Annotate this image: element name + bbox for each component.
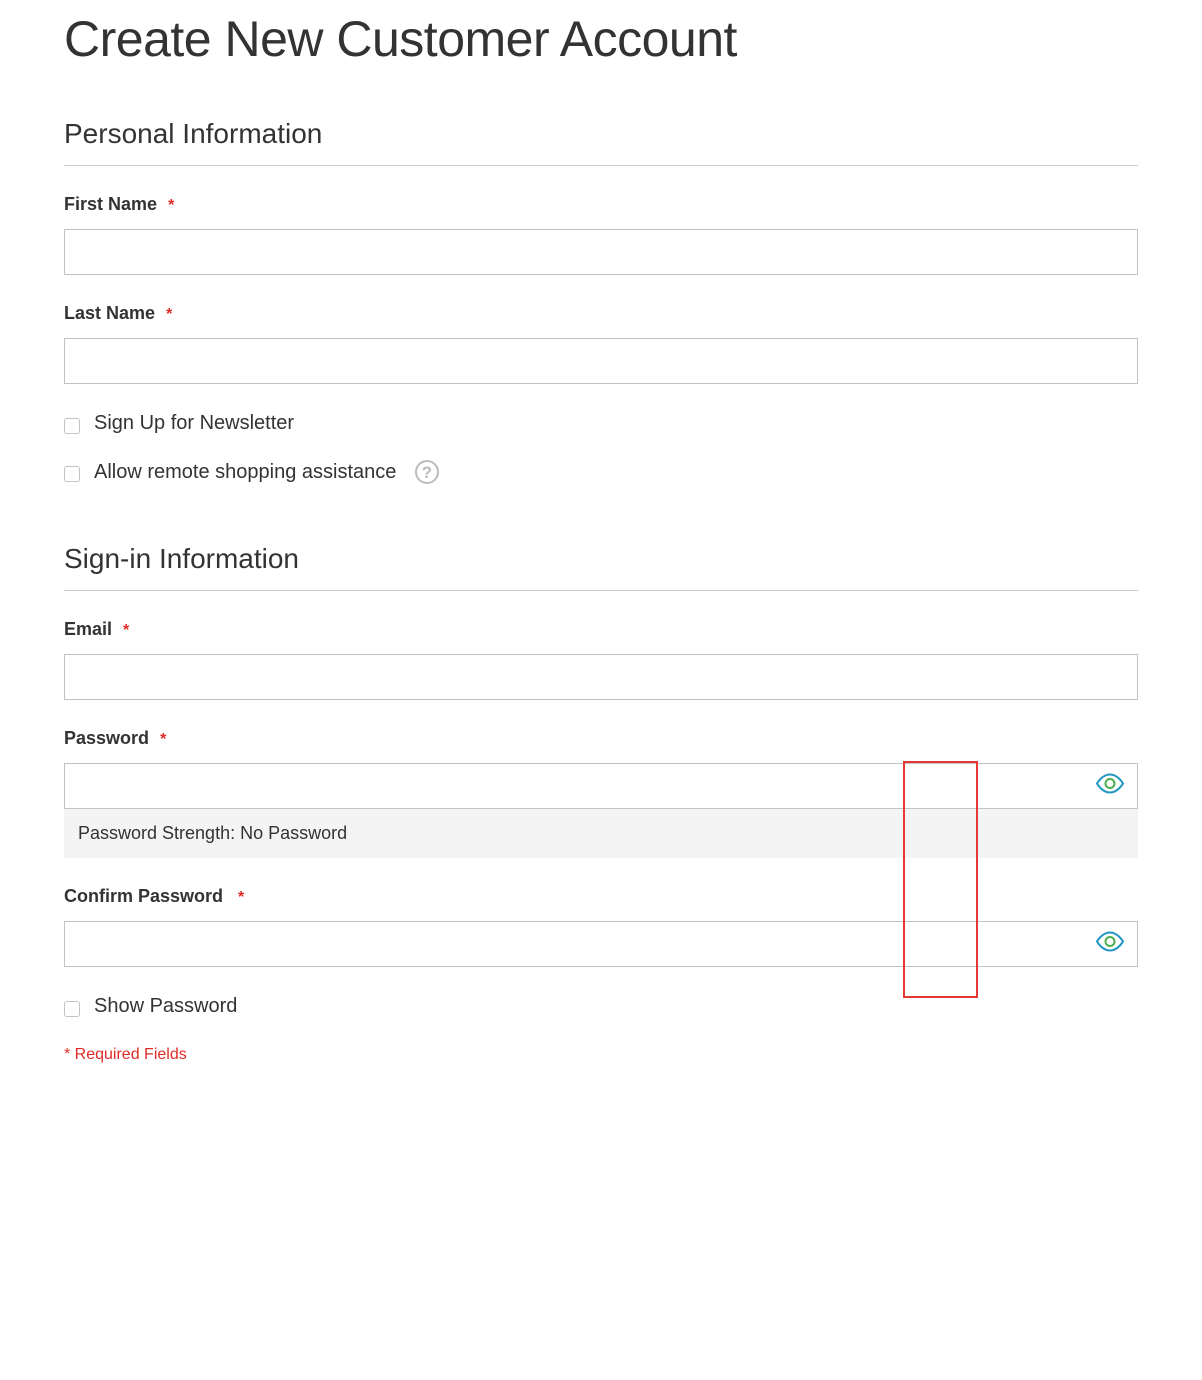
email-label: Email * [64,619,1138,640]
confirm-password-label: Confirm Password * [64,886,1138,907]
last-name-label-text: Last Name [64,303,155,323]
first-name-label-text: First Name [64,194,157,214]
password-strength-meter: Password Strength: No Password [64,809,1138,858]
section-divider [64,590,1138,591]
required-fields-note: * Required Fields [64,1046,1138,1064]
remote-assist-checkbox[interactable] [64,466,80,482]
required-mark: * [168,197,174,214]
newsletter-label: Sign Up for Newsletter [94,412,294,435]
last-name-input[interactable] [64,338,1138,384]
newsletter-checkbox[interactable] [64,418,80,434]
password-strength-label: Password Strength: [78,823,240,843]
password-input[interactable] [64,763,1138,809]
required-mark: * [238,889,244,906]
confirm-password-input[interactable] [64,921,1138,967]
remote-assist-label: Allow remote shopping assistance [94,461,396,484]
password-label: Password * [64,728,1138,749]
password-label-text: Password [64,728,149,748]
required-mark: * [123,622,129,639]
eye-icon[interactable] [1094,773,1126,800]
svg-text:?: ? [422,463,432,482]
confirm-password-label-text: Confirm Password [64,886,223,906]
section-title-personal: Personal Information [64,118,1138,150]
first-name-input[interactable] [64,229,1138,275]
required-mark: * [166,306,172,323]
section-title-signin: Sign-in Information [64,543,1138,575]
eye-icon[interactable] [1094,931,1126,958]
password-strength-value: No Password [240,823,347,843]
section-divider [64,165,1138,166]
show-password-checkbox[interactable] [64,1001,80,1017]
last-name-label: Last Name * [64,303,1138,324]
email-input[interactable] [64,654,1138,700]
email-label-text: Email [64,619,112,639]
first-name-label: First Name * [64,194,1138,215]
page-title: Create New Customer Account [64,10,1138,68]
show-password-label: Show Password [94,995,237,1018]
required-mark: * [160,731,166,748]
help-icon[interactable]: ? [414,459,440,485]
